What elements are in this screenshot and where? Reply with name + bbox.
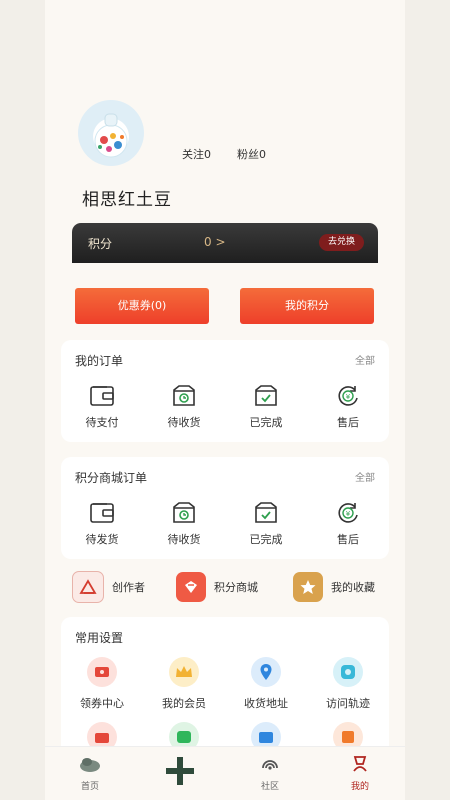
svg-text:¥: ¥ bbox=[346, 510, 351, 518]
plus-icon bbox=[166, 757, 194, 785]
tab-create[interactable] bbox=[145, 747, 215, 791]
quick-link-favorites[interactable]: 我的收藏 bbox=[293, 568, 375, 606]
points-card[interactable]: 积分 0 > 去兑换 bbox=[72, 223, 378, 263]
tab-label: 首页 bbox=[80, 782, 99, 792]
orders-all-link[interactable]: 全部 bbox=[355, 352, 375, 367]
ticket-icon bbox=[87, 657, 117, 687]
mall-order-to-ship[interactable]: 待发货 bbox=[72, 501, 132, 547]
settings-item-address[interactable]: 收货地址 bbox=[228, 657, 304, 711]
crown-icon bbox=[169, 657, 199, 687]
star-icon bbox=[293, 572, 323, 602]
footprint-icon bbox=[333, 657, 363, 687]
coupons-button[interactable]: 优惠券(0) bbox=[75, 288, 209, 324]
wallet-icon bbox=[90, 503, 114, 523]
svg-text:¥: ¥ bbox=[346, 393, 351, 401]
mall-orders-card: 积分商城订单 全部 待发货 待收货 已完成 ¥ 售后 bbox=[61, 457, 389, 559]
points-mall-icon bbox=[176, 572, 206, 602]
settings-label: 我的会员 bbox=[162, 697, 206, 710]
me-icon bbox=[353, 756, 367, 772]
tab-bar: 首页 社区 我的 bbox=[45, 746, 405, 800]
mall-orders-all-link[interactable]: 全部 bbox=[355, 469, 375, 484]
settings-label: 收货地址 bbox=[244, 697, 288, 710]
tab-label: 社区 bbox=[260, 782, 279, 792]
location-icon bbox=[251, 657, 281, 687]
tab-home[interactable]: 首页 bbox=[55, 747, 125, 792]
my-points-button[interactable]: 我的积分 bbox=[240, 288, 374, 324]
box-clock-icon bbox=[173, 502, 195, 523]
orders-card: 我的订单 全部 待支付 待收货 已完成 ¥ 售后 bbox=[61, 340, 389, 442]
avatar[interactable] bbox=[78, 100, 144, 166]
creator-icon bbox=[72, 571, 104, 603]
order-completed[interactable]: 已完成 bbox=[236, 384, 296, 430]
community-icon bbox=[262, 760, 278, 770]
order-label: 售后 bbox=[337, 533, 359, 546]
profile-page: 关注0 粉丝0 相思红土豆 积分 0 > 去兑换 优惠券(0) 我的积分 我的订… bbox=[45, 0, 405, 800]
order-label: 售后 bbox=[337, 416, 359, 429]
quick-link-label: 积分商城 bbox=[214, 581, 258, 594]
home-icon bbox=[80, 758, 100, 772]
yen-refresh-icon: ¥ bbox=[338, 503, 358, 523]
order-label: 已完成 bbox=[249, 416, 283, 429]
tab-label: 我的 bbox=[350, 782, 369, 792]
mall-order-after-sale[interactable]: ¥ 售后 bbox=[318, 501, 378, 547]
tab-community[interactable]: 社区 bbox=[235, 747, 305, 792]
order-after-sale[interactable]: ¥ 售后 bbox=[318, 384, 378, 430]
following-count[interactable]: 关注0 bbox=[182, 146, 211, 162]
order-label: 待收货 bbox=[167, 533, 201, 546]
redeem-button[interactable]: 去兑换 bbox=[318, 234, 364, 251]
points-value[interactable]: 0 > bbox=[204, 235, 226, 249]
order-label: 待收货 bbox=[167, 416, 201, 429]
mall-order-completed[interactable]: 已完成 bbox=[236, 501, 296, 547]
points-label: 积分 bbox=[88, 237, 113, 251]
mall-orders-title: 积分商城订单 bbox=[75, 471, 148, 485]
settings-item-membership[interactable]: 我的会员 bbox=[146, 657, 222, 711]
quick-links: 创作者 积分商城 我的收藏 bbox=[72, 568, 392, 606]
settings-label: 访问轨迹 bbox=[326, 697, 370, 710]
followers-count[interactable]: 粉丝0 bbox=[237, 146, 266, 162]
order-label: 待支付 bbox=[85, 416, 119, 429]
settings-item-footprint[interactable]: 访问轨迹 bbox=[310, 657, 386, 711]
settings-item-coupon-center[interactable]: 领券中心 bbox=[64, 657, 140, 711]
wallet-icon bbox=[90, 386, 114, 406]
order-to-receive[interactable]: 待收货 bbox=[154, 384, 214, 430]
vase-icon bbox=[94, 113, 128, 158]
yen-refresh-icon: ¥ bbox=[338, 386, 358, 406]
quick-link-points-mall[interactable]: 积分商城 bbox=[176, 568, 258, 606]
settings-title: 常用设置 bbox=[75, 631, 124, 645]
box-clock-icon bbox=[173, 385, 195, 406]
box-check-icon bbox=[255, 502, 277, 523]
box-check-icon bbox=[255, 385, 277, 406]
mall-order-to-receive[interactable]: 待收货 bbox=[154, 501, 214, 547]
quick-link-creator[interactable]: 创作者 bbox=[72, 568, 145, 606]
order-label: 已完成 bbox=[249, 533, 283, 546]
order-pending-payment[interactable]: 待支付 bbox=[72, 384, 132, 430]
username: 相思红土豆 bbox=[82, 190, 172, 210]
tab-me[interactable]: 我的 bbox=[325, 747, 395, 792]
settings-label: 领券中心 bbox=[80, 697, 124, 710]
quick-link-label: 创作者 bbox=[112, 581, 145, 594]
quick-link-label: 我的收藏 bbox=[331, 581, 375, 594]
order-label: 待发货 bbox=[85, 533, 119, 546]
orders-title: 我的订单 bbox=[75, 354, 124, 368]
